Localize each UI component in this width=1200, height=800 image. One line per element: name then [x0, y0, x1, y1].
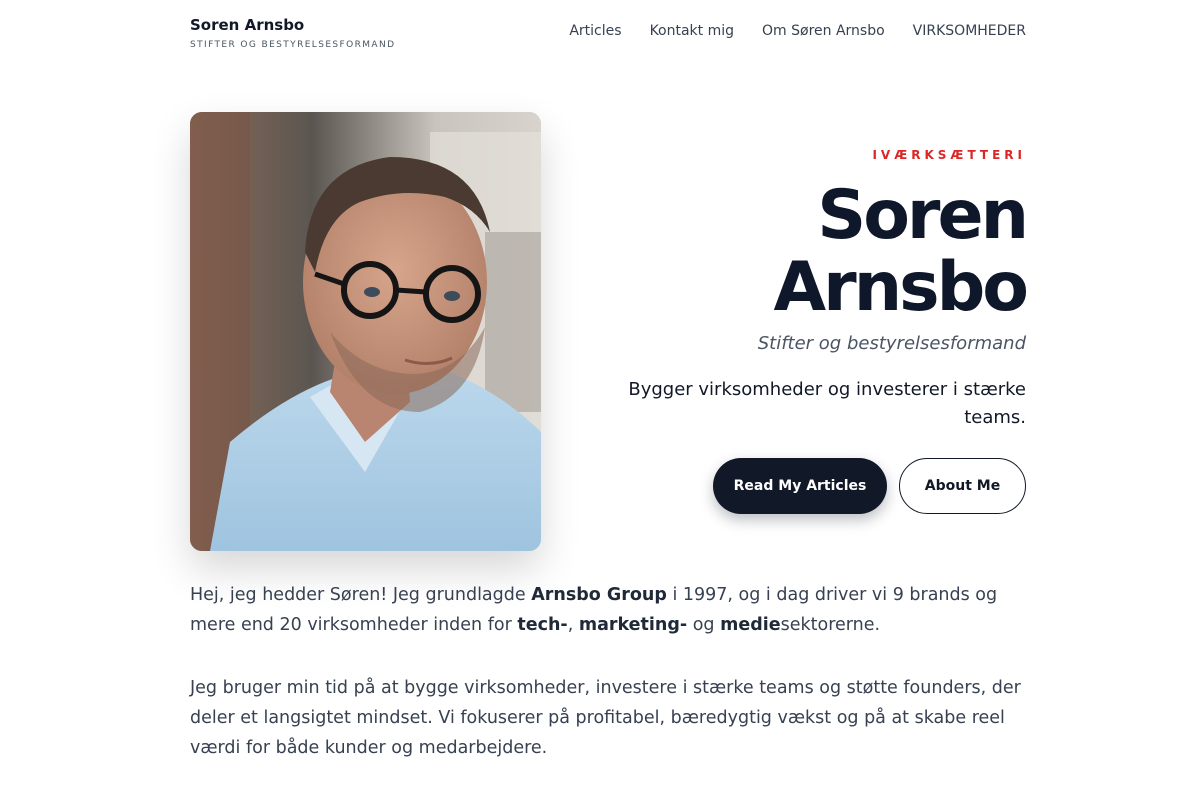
main-nav: Articles Kontakt mig Om Søren Arnsbo VIR… [569, 23, 1026, 39]
nav-articles[interactable]: Articles [569, 23, 621, 39]
nav-companies[interactable]: VIRKSOMHEDER [913, 23, 1026, 39]
intro-text: og [687, 615, 721, 635]
intro-text: , [567, 615, 579, 635]
hero-title: Soren Arnsbo [773, 176, 1029, 327]
hero-eyebrow: IVÆRKSÆTTERI [872, 148, 1026, 162]
intro-bold-marketing: marketing- [578, 615, 688, 635]
intro-bold-media: medie [720, 615, 781, 635]
site-header: Soren Arnsbo STIFTER OG BESTYRELSESFORMA… [190, 14, 1026, 64]
intro-paragraph-1: Hej, jeg hedder Søren! Jeg grundlagde Ar… [190, 580, 1026, 640]
intro-text: Hej, jeg hedder Søren! Jeg grundlagde [190, 585, 532, 605]
intro-bold-company: Arnsbo Group [531, 585, 667, 605]
about-me-button[interactable]: About Me [899, 458, 1026, 514]
hero-lead: Bygger virksomheder og investerer i stær… [628, 379, 1026, 428]
nav-contact[interactable]: Kontakt mig [650, 23, 734, 39]
nav-about[interactable]: Om Søren Arnsbo [762, 23, 885, 39]
hero-subtitle: Stifter og bestyrelsesformand [757, 333, 1026, 354]
site-tagline: STIFTER OG BESTYRELSESFORMAND [190, 40, 396, 50]
hero-title-line-1: Soren [817, 176, 1029, 255]
intro-bold-tech: tech- [517, 615, 568, 635]
hero-title-line-2: Arnsbo [773, 248, 1029, 327]
site-title[interactable]: Soren Arnsbo [190, 16, 304, 34]
intro-text: sektorerne. [780, 615, 881, 635]
portrait-photo [190, 112, 541, 551]
intro-paragraph-2: Jeg bruger min tid på at bygge virksomhe… [190, 678, 1021, 758]
read-articles-button[interactable]: Read My Articles [713, 458, 887, 514]
